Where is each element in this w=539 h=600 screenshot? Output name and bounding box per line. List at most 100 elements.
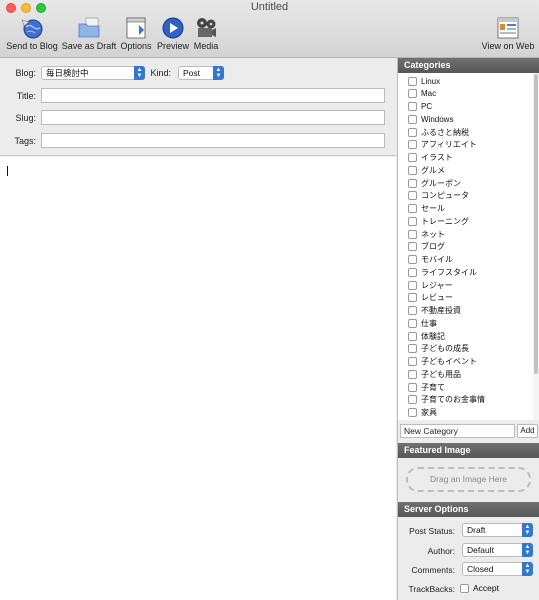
category-checkbox[interactable] (408, 153, 417, 162)
categories-header: Categories (398, 58, 539, 73)
category-checkbox[interactable] (408, 408, 417, 417)
category-checkbox[interactable] (408, 357, 417, 366)
send-to-blog-label: Send to Blog (6, 41, 58, 51)
category-checkbox[interactable] (408, 140, 417, 150)
new-category-input[interactable]: New Category (400, 424, 515, 438)
kind-select[interactable]: Post ▲ ▼ (178, 66, 224, 80)
category-item[interactable]: トレーニング (408, 215, 469, 227)
category-checkbox[interactable] (408, 165, 417, 175)
category-item[interactable]: 子どもの成長 (408, 343, 469, 355)
category-item[interactable]: モバイル (408, 254, 453, 266)
category-checkbox[interactable] (408, 229, 417, 239)
category-item[interactable]: ブログ (408, 241, 445, 253)
category-checkbox[interactable] (408, 280, 417, 290)
category-checkbox[interactable] (408, 178, 417, 188)
category-checkbox[interactable] (408, 76, 417, 86)
category-label: コンピュータ (421, 191, 469, 201)
category-item[interactable]: 体験記 (408, 330, 445, 342)
category-checkbox[interactable] (408, 318, 417, 328)
category-list[interactable]: Linux Mac PC Windows ふるさと納税アフィリエイトイラスト グルメグルー… (398, 73, 539, 420)
popup-arrows-icon: ▲ ▼ (522, 543, 533, 557)
category-checkbox[interactable] (408, 242, 417, 252)
category-item[interactable]: Linux (408, 75, 440, 87)
text-caret (7, 166, 8, 176)
category-label: アフィリエイト (421, 140, 477, 150)
category-item[interactable]: ふるさと納税 (408, 126, 469, 138)
image-drop-zone[interactable]: Drag an Image Here (406, 467, 531, 492)
category-item[interactable]: グルーポン (408, 177, 461, 189)
category-checkbox[interactable] (408, 382, 417, 392)
category-checkbox[interactable] (408, 127, 417, 137)
popup-arrows-icon: ▲ ▼ (213, 66, 224, 80)
accept-checkbox[interactable] (460, 583, 469, 593)
category-label: 不動産投資 (421, 306, 461, 315)
category-item[interactable]: セール (408, 203, 445, 215)
send-to-blog-button[interactable]: Send to Blog (6, 16, 58, 56)
media-button[interactable]: Media (193, 16, 219, 56)
scrollbar-thumb[interactable] (534, 74, 538, 374)
category-item[interactable]: ネット (408, 228, 445, 240)
category-item[interactable]: Mac (408, 88, 436, 100)
sidebar: Categories Linux Mac PC Windows ふるさと納税アフィリエイ… (397, 58, 539, 600)
category-checkbox[interactable] (408, 255, 417, 264)
category-checkbox[interactable] (408, 344, 417, 354)
category-item[interactable]: Windows (408, 113, 453, 125)
blog-label: Blog: (15, 68, 36, 78)
comments-value: Closed (467, 564, 494, 574)
category-checkbox[interactable] (408, 331, 417, 341)
category-item[interactable]: レビュー (408, 292, 453, 304)
category-checkbox[interactable] (408, 191, 417, 201)
category-label: セール (421, 204, 445, 213)
category-item[interactable]: 子育て (408, 381, 445, 393)
options-panel-icon (126, 17, 146, 39)
comments-select[interactable]: Closed ▲ ▼ (462, 562, 533, 576)
title-field[interactable] (41, 88, 385, 103)
category-label: 子ども用品 (421, 369, 461, 379)
tags-field[interactable] (41, 133, 385, 148)
post-status-select[interactable]: Draft ▲ ▼ (462, 523, 533, 537)
category-item[interactable]: 仕事 (408, 317, 437, 329)
category-checkbox[interactable] (408, 89, 417, 99)
trackbacks-accept[interactable]: Accept (460, 583, 499, 593)
view-on-web-button[interactable]: View on Web (482, 16, 534, 56)
author-select[interactable]: Default ▲ ▼ (462, 543, 533, 557)
category-scrollbar[interactable] (533, 73, 539, 420)
kind-label: Kind: (150, 68, 171, 78)
category-checkbox[interactable] (408, 216, 417, 226)
category-checkbox[interactable] (408, 204, 417, 213)
view-on-web-label: View on Web (481, 41, 535, 51)
category-item[interactable]: アフィリエイト (408, 139, 477, 151)
category-item[interactable]: レジャー (408, 279, 453, 291)
category-item[interactable]: 子どもイベント (408, 356, 477, 368)
tags-label: Tags: (14, 136, 36, 146)
category-item[interactable]: 不動産投資 (408, 305, 461, 317)
category-checkbox[interactable] (408, 102, 417, 111)
category-checkbox[interactable] (408, 395, 417, 405)
preview-button[interactable]: Preview (156, 16, 190, 56)
category-checkbox[interactable] (408, 267, 417, 277)
slug-field[interactable] (41, 110, 385, 125)
category-item[interactable]: コンピュータ (408, 190, 469, 202)
blog-select[interactable]: 毎日検討中 ▲ ▼ (41, 66, 145, 80)
trackbacks-label: TrackBacks: (408, 584, 455, 594)
category-item[interactable]: グルメ (408, 164, 445, 176)
category-item[interactable]: PC (408, 101, 432, 113)
category-checkbox[interactable] (408, 114, 417, 124)
server-options-header: Server Options (398, 502, 539, 517)
category-item[interactable]: ライフスタイル (408, 266, 477, 278)
category-label: グルメ (421, 165, 445, 175)
category-item[interactable]: 家具 (408, 407, 437, 419)
add-category-button[interactable]: Add (517, 424, 538, 438)
category-item[interactable]: 子ども用品 (408, 368, 461, 380)
category-label: 子どもの成長 (421, 344, 469, 354)
category-checkbox[interactable] (408, 293, 417, 303)
post-body-editor[interactable] (0, 157, 396, 600)
save-as-draft-button[interactable]: Save as Draft (62, 16, 116, 56)
title-label: Title: (16, 91, 36, 101)
options-button[interactable]: Options (120, 16, 152, 56)
category-checkbox[interactable] (408, 306, 417, 315)
category-item[interactable]: 子育てのお金事情 (408, 394, 485, 406)
category-item[interactable]: イラスト (408, 152, 453, 164)
category-checkbox[interactable] (408, 369, 417, 379)
category-label: 仕事 (421, 318, 437, 328)
